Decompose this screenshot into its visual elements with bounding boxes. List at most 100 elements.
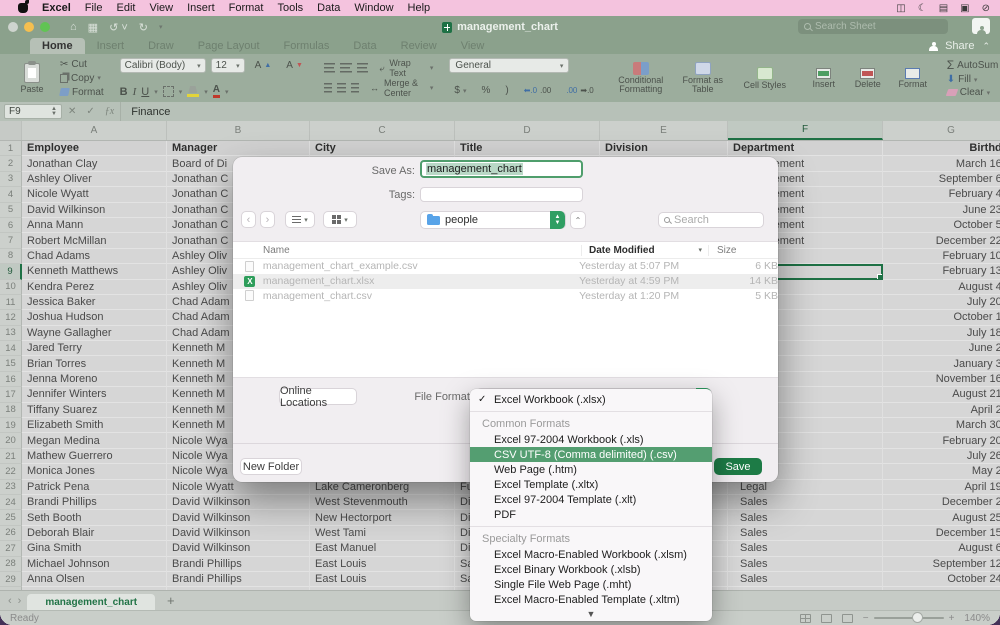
menu-insert[interactable]: Insert bbox=[187, 2, 215, 14]
tab-view[interactable]: View bbox=[449, 38, 497, 54]
add-sheet-button[interactable]: + bbox=[167, 593, 175, 608]
cell-A24[interactable]: Brandi Phillips bbox=[22, 495, 167, 510]
cell-F28[interactable]: Sales bbox=[728, 557, 883, 572]
file-row[interactable]: management_chart.csvYesterday at 1:20 PM… bbox=[233, 289, 778, 304]
tab-formulas[interactable]: Formulas bbox=[272, 38, 342, 54]
tab-draw[interactable]: Draw bbox=[136, 38, 186, 54]
menu-format[interactable]: Format bbox=[229, 2, 264, 14]
column-header-A[interactable]: A bbox=[22, 121, 167, 140]
online-locations-button[interactable]: Online Locations bbox=[279, 388, 357, 405]
row-header-17[interactable]: 17 bbox=[0, 387, 22, 402]
cell-A11[interactable]: Jessica Baker bbox=[22, 295, 167, 310]
cell-A4[interactable]: Nicole Wyatt bbox=[22, 187, 167, 202]
cell-G4[interactable]: February 4, 1 bbox=[883, 187, 1000, 202]
cell-C26[interactable]: West Tami bbox=[310, 526, 455, 541]
back-button[interactable]: ‹ bbox=[241, 211, 256, 228]
column-date-modified[interactable]: Date Modified▾ bbox=[581, 245, 708, 256]
tab-data[interactable]: Data bbox=[341, 38, 388, 54]
cell-A25[interactable]: Seth Booth bbox=[22, 510, 167, 525]
column-size[interactable]: Size bbox=[708, 245, 778, 256]
decrease-font-button[interactable]: A▼ bbox=[281, 58, 308, 73]
cell-B25[interactable]: David Wilkinson bbox=[167, 510, 310, 525]
row-header-2[interactable]: 2 bbox=[0, 156, 22, 171]
apple-menu-icon[interactable] bbox=[18, 3, 28, 13]
row-header-19[interactable]: 19 bbox=[0, 418, 22, 433]
row-header-12[interactable]: 12 bbox=[0, 310, 22, 325]
tab-review[interactable]: Review bbox=[389, 38, 449, 54]
cell-C24[interactable]: West Stevenmouth bbox=[310, 495, 455, 510]
cell-G23[interactable]: April 19, 1 bbox=[883, 480, 1000, 495]
cell-F1[interactable]: Department bbox=[728, 141, 883, 156]
cell-A23[interactable]: Patrick Pena bbox=[22, 480, 167, 495]
file-row[interactable]: management_chart_example.csvYesterday at… bbox=[233, 259, 778, 274]
page-break-view-icon[interactable] bbox=[842, 614, 853, 623]
align-left-icon[interactable] bbox=[324, 83, 332, 93]
account-avatar[interactable] bbox=[972, 18, 990, 34]
row-header-13[interactable]: 13 bbox=[0, 326, 22, 341]
cell-G15[interactable]: January 3, 1 bbox=[883, 356, 1000, 371]
row-header-16[interactable]: 16 bbox=[0, 372, 22, 387]
row-header-14[interactable]: 14 bbox=[0, 341, 22, 356]
menu-excel[interactable]: Excel bbox=[42, 2, 71, 14]
moon-icon[interactable]: ☾ bbox=[918, 3, 927, 14]
paste-button[interactable]: Paste bbox=[12, 63, 52, 94]
expand-folders-button[interactable]: ⌃ bbox=[570, 211, 586, 229]
wrap-text-button[interactable]: Wrap Text bbox=[389, 58, 425, 78]
italic-button[interactable]: I bbox=[133, 86, 137, 98]
menu-item[interactable]: CSV UTF-8 (Comma delimited) (.csv) bbox=[470, 447, 712, 462]
row-header-4[interactable]: 4 bbox=[0, 187, 22, 202]
row-header-6[interactable]: 6 bbox=[0, 218, 22, 233]
format-cells-button[interactable]: Format bbox=[895, 68, 931, 89]
cell-A5[interactable]: David Wilkinson bbox=[22, 203, 167, 218]
displays-icon[interactable]: ▣ bbox=[960, 3, 969, 14]
cell-A12[interactable]: Joshua Hudson bbox=[22, 310, 167, 325]
column-header-D[interactable]: D bbox=[455, 121, 600, 140]
cell-A17[interactable]: Jennifer Winters bbox=[22, 387, 167, 402]
align-top-icon[interactable] bbox=[324, 63, 335, 73]
next-sheet-icon[interactable]: › bbox=[18, 595, 22, 607]
cell-G13[interactable]: July 18, 1 bbox=[883, 326, 1000, 341]
menu-data[interactable]: Data bbox=[317, 2, 340, 14]
cell-A14[interactable]: Jared Terry bbox=[22, 341, 167, 356]
cell-G5[interactable]: June 23, 1 bbox=[883, 203, 1000, 218]
cell-A10[interactable]: Kendra Perez bbox=[22, 280, 167, 295]
location-select[interactable]: people ▲▼ bbox=[420, 211, 566, 229]
formula-input[interactable]: Finance bbox=[120, 102, 170, 121]
format-painter-button[interactable]: Format bbox=[60, 87, 104, 98]
cell-G8[interactable]: February 10, 1 bbox=[883, 249, 1000, 264]
tiling-icon[interactable]: ◫ bbox=[896, 3, 905, 14]
cell-B24[interactable]: David Wilkinson bbox=[167, 495, 310, 510]
minimize-button[interactable] bbox=[24, 22, 34, 32]
cell-A6[interactable]: Anna Mann bbox=[22, 218, 167, 233]
cell-F27[interactable]: Sales bbox=[728, 541, 883, 556]
cell-E1[interactable]: Division bbox=[600, 141, 728, 156]
cell-A21[interactable]: Mathew Guerrero bbox=[22, 449, 167, 464]
row-header-5[interactable]: 5 bbox=[0, 203, 22, 218]
menu-scroll-down-icon[interactable]: ▼ bbox=[470, 607, 712, 620]
underline-button[interactable]: U bbox=[141, 86, 149, 98]
borders-button[interactable] bbox=[163, 86, 174, 97]
merge-center-button[interactable]: Merge & Center bbox=[384, 78, 425, 98]
name-box-stepper[interactable]: ▲▼ bbox=[51, 107, 57, 117]
cell-B1[interactable]: Manager bbox=[167, 141, 310, 156]
zoom-knob[interactable] bbox=[912, 612, 923, 623]
menu-view[interactable]: View bbox=[149, 2, 173, 14]
forward-button[interactable]: › bbox=[260, 211, 275, 228]
conditional-formatting-button[interactable]: Conditional Formatting bbox=[615, 62, 667, 94]
cell-A28[interactable]: Michael Johnson bbox=[22, 557, 167, 572]
cell-A1[interactable]: Employee bbox=[22, 141, 167, 156]
cell-G7[interactable]: December 22, 2 bbox=[883, 233, 1000, 248]
cell-A7[interactable]: Robert McMillan bbox=[22, 233, 167, 248]
column-header-F[interactable]: F bbox=[728, 121, 883, 140]
cell-A9[interactable]: Kenneth Matthews bbox=[22, 264, 167, 279]
menu-item[interactable]: ✓Excel Workbook (.xlsx) bbox=[470, 392, 712, 407]
zoom-slider[interactable]: − + bbox=[863, 613, 955, 624]
copy-button[interactable]: Copy ▾ bbox=[60, 73, 104, 84]
number-format-select[interactable]: General▾ bbox=[449, 58, 569, 73]
cell-F25[interactable]: Sales bbox=[728, 510, 883, 525]
cell-styles-button[interactable]: Cell Styles bbox=[739, 67, 791, 90]
percent-button[interactable]: % bbox=[477, 83, 496, 98]
cell-G11[interactable]: July 20, 1 bbox=[883, 295, 1000, 310]
cell-G27[interactable]: August 6, 1 bbox=[883, 541, 1000, 556]
cell-C1[interactable]: City bbox=[310, 141, 455, 156]
